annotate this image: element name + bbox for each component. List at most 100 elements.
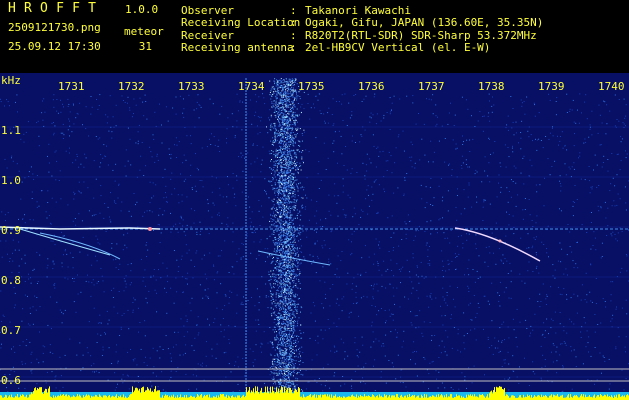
noise-band-pixel — [280, 271, 282, 273]
noise-pixel — [191, 345, 193, 347]
noise-pixel — [498, 300, 500, 302]
noise-pixel — [128, 328, 130, 330]
noise-pixel — [559, 180, 561, 182]
noise-pixel — [411, 281, 413, 283]
noise-band-pixel — [274, 208, 275, 210]
noise-pixel — [80, 192, 82, 194]
noise-pixel — [374, 359, 376, 361]
noise-band-pixel — [294, 196, 296, 198]
noise-pixel — [328, 328, 330, 330]
noise-pixel — [418, 282, 420, 284]
noise-band-pixel — [289, 208, 291, 209]
noise-band-pixel — [283, 259, 285, 261]
noise-pixel — [489, 303, 490, 305]
noise-pixel — [444, 161, 446, 163]
noise-band-pixel — [288, 302, 290, 304]
noise-band-pixel — [279, 160, 281, 162]
noise-pixel — [451, 169, 453, 171]
noise-band-pixel — [289, 217, 291, 219]
noise-pixel — [564, 163, 566, 165]
noise-pixel — [80, 370, 82, 372]
noise-band-pixel — [281, 370, 283, 372]
noise-pixel — [93, 160, 95, 162]
noise-pixel — [130, 349, 131, 350]
noise-pixel — [294, 335, 296, 337]
noise-pixel — [144, 211, 145, 213]
noise-pixel — [559, 136, 561, 137]
noise-pixel — [342, 120, 344, 121]
noise-pixel — [80, 163, 82, 165]
noise-pixel — [430, 220, 432, 222]
noise-pixel — [505, 127, 507, 129]
noise-pixel — [190, 143, 192, 145]
noise-pixel — [330, 214, 332, 216]
noise-pixel — [478, 255, 480, 257]
noise-band-pixel — [276, 208, 278, 210]
noise-pixel — [567, 274, 568, 276]
noise-pixel — [213, 279, 215, 281]
noise-pixel — [340, 338, 342, 340]
noise-band-pixel — [287, 337, 288, 339]
noise-pixel — [528, 199, 530, 200]
noise-pixel — [176, 259, 178, 261]
noise-band-pixel — [276, 79, 278, 81]
noise-pixel — [180, 258, 182, 260]
noise-pixel — [56, 301, 58, 303]
noise-band-pixel — [290, 201, 292, 203]
noise-pixel — [386, 112, 388, 113]
noise-pixel — [260, 163, 262, 165]
noise-band-pixel — [273, 123, 275, 125]
noise-pixel — [30, 370, 32, 372]
noise-pixel — [504, 359, 506, 361]
noise-pixel — [82, 354, 84, 356]
noise-band-pixel — [290, 217, 292, 219]
noise-band-pixel — [269, 153, 271, 155]
noise-pixel — [149, 357, 151, 359]
noise-band-pixel — [282, 136, 284, 138]
noise-band-pixel — [295, 97, 297, 99]
noise-band-pixel — [294, 255, 296, 257]
noise-band-pixel — [292, 233, 294, 235]
noise-pixel — [369, 158, 371, 160]
noise-pixel — [93, 363, 95, 365]
noise-pixel — [572, 99, 574, 101]
noise-band-pixel — [288, 235, 290, 237]
noise-pixel — [325, 169, 327, 170]
noise-band-pixel — [299, 273, 301, 274]
noise-pixel — [120, 328, 122, 330]
noise-band-pixel — [276, 251, 278, 253]
noise-pixel — [489, 181, 491, 183]
noise-pixel — [351, 283, 353, 285]
noise-pixel — [95, 370, 97, 372]
noise-pixel — [496, 196, 498, 198]
noise-pixel — [7, 101, 9, 103]
noise-pixel — [107, 116, 109, 118]
noise-pixel — [610, 233, 612, 235]
noise-pixel — [43, 125, 45, 127]
noise-pixel — [87, 352, 89, 354]
noise-pixel — [479, 111, 481, 113]
noise-pixel — [476, 270, 478, 272]
noise-pixel — [281, 150, 283, 152]
noise-band-pixel — [283, 217, 285, 219]
noise-band-pixel — [297, 294, 298, 296]
noise-band-pixel — [293, 313, 295, 315]
noise-pixel — [180, 173, 181, 175]
noise-pixel — [139, 169, 141, 171]
noise-pixel — [193, 349, 195, 351]
noise-pixel — [381, 274, 383, 276]
noise-pixel — [307, 381, 309, 383]
noise-band-pixel — [270, 284, 272, 286]
noise-band-pixel — [298, 254, 300, 256]
noise-pixel — [357, 365, 359, 367]
noise-pixel — [182, 162, 184, 164]
noise-band-pixel — [281, 117, 283, 118]
noise-band-pixel — [301, 140, 303, 142]
noise-band-pixel — [292, 219, 294, 221]
noise-pixel — [28, 171, 30, 173]
noise-pixel — [331, 114, 333, 115]
noise-pixel — [468, 287, 470, 289]
noise-pixel — [226, 223, 228, 225]
noise-band-pixel — [283, 146, 284, 148]
noise-pixel — [332, 142, 334, 144]
